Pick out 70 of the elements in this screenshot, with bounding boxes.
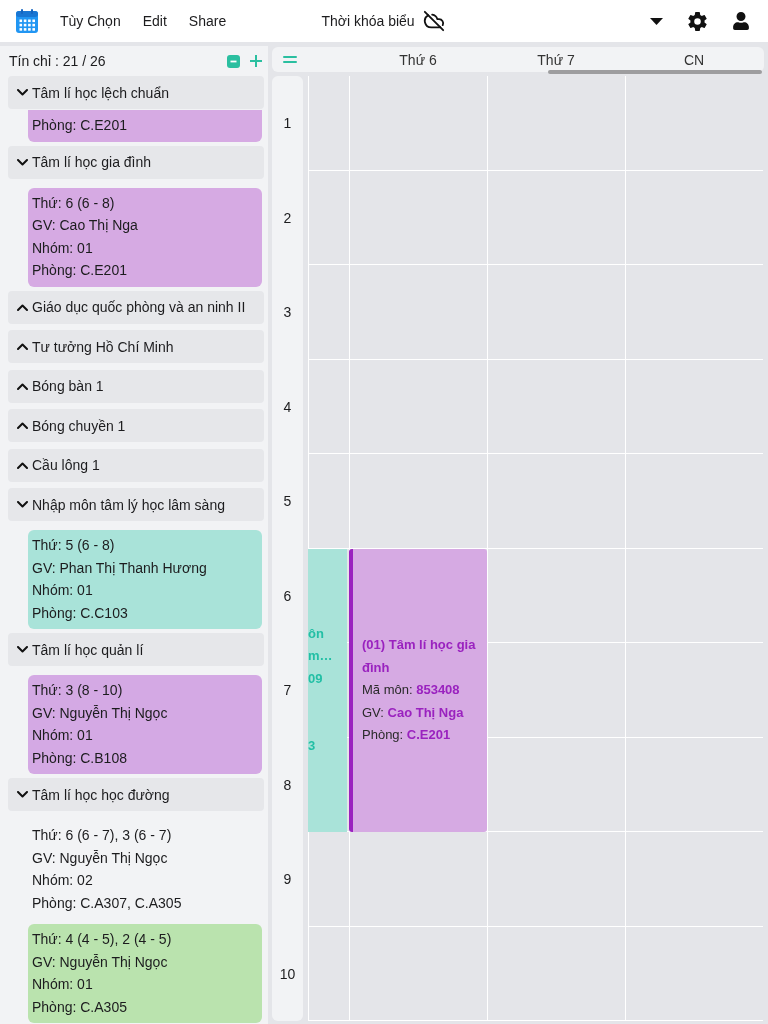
course-header[interactable]: Tâm lí học quản lí	[8, 633, 264, 666]
period-number: 3	[283, 304, 292, 321]
class-info-text: Phòng: C.E201	[32, 261, 128, 280]
period-number: 7	[283, 682, 292, 699]
class-info-text: GV: Nguyễn Thị Ngọc	[32, 703, 169, 723]
menu-item[interactable]: Tùy Chọn	[60, 13, 121, 29]
period-number: 2	[283, 209, 292, 226]
course-header[interactable]: Tâm lí học lệch chuẩn	[8, 76, 264, 109]
course-header[interactable]: Tâm lí học gia đình	[8, 145, 264, 179]
event-detail: Mã môn: 853408	[362, 681, 461, 699]
event-text: ôn	[308, 624, 324, 643]
cloud-off-icon[interactable]	[422, 10, 445, 32]
class-info-text: Thứ: 3 (8 - 10)	[32, 681, 124, 700]
class-info-text: Nhóm: 01	[32, 726, 94, 745]
class-info-text: Nhóm: 01	[32, 975, 94, 994]
class-info-text: Thứ: 6 (6 - 7), 3 (6 - 7)	[32, 826, 173, 845]
calendar-icon[interactable]	[16, 9, 38, 33]
scrollbar-thumb[interactable]	[548, 70, 762, 74]
class-info-text: Nhóm: 02	[32, 871, 94, 890]
period-number: 5	[283, 493, 292, 510]
class-event[interactable]: (01) Tâm lí học gia đình Mã môn: 853408 GV: Cao Thị Nga Phòng: C.E201	[349, 548, 487, 832]
course-header[interactable]: Bóng bàn 1	[8, 369, 264, 403]
course-header[interactable]: Tâm lí học học đường	[8, 778, 264, 811]
settings-icon[interactable]	[687, 10, 708, 32]
event-text: 3	[308, 737, 316, 756]
class-info-text: Nhóm: 01	[32, 238, 94, 258]
caret-down-icon[interactable]	[650, 17, 663, 25]
course-header[interactable]: Tư tưởng Hồ Chí Minh	[8, 330, 264, 363]
class-option-card[interactable]: Thứ: 5 (6 - 8) GV: Phan Thị Thanh Hương Nhóm: 01 Phòng: C.C103	[28, 530, 262, 629]
day-header: Thứ 6	[399, 51, 437, 68]
event-text: 09	[308, 669, 323, 688]
class-info-text: Thứ: 6 (6 - 8)	[32, 193, 116, 213]
period-number: 8	[283, 776, 292, 793]
period-number: 9	[283, 871, 292, 888]
class-info-text: Phòng: C.A305	[32, 997, 128, 1017]
period-number: 10	[279, 965, 296, 982]
user-icon[interactable]	[732, 12, 750, 30]
course-header[interactable]: Nhập môn tâm lý học lâm sàng	[8, 488, 264, 521]
class-info-text: Thứ: 5 (6 - 8)	[32, 536, 116, 555]
class-option-card[interactable]: Thứ: 4 (4 - 5), 2 (4 - 5) GV: Nguyễn Thị Ngọc Nhóm: 01 Phòng: C.A305	[28, 924, 262, 1023]
period-number: 4	[283, 398, 292, 415]
period-number: 6	[283, 587, 292, 604]
day-header: Thứ 7	[537, 51, 575, 68]
menu-item[interactable]: Edit	[142, 13, 167, 29]
app-title: Thời khóa biểu	[321, 13, 415, 29]
class-info-text: GV: Cao Thị Nga	[32, 216, 139, 235]
period-number: 1	[283, 115, 292, 132]
course-header[interactable]: Cầu lông 1	[8, 448, 264, 482]
class-info-text: Nhóm: 01	[32, 581, 94, 600]
day-header: CN	[683, 51, 705, 68]
class-info-text: Phòng: C.A307, C.A305	[32, 893, 183, 913]
class-info-text: Phòng: C.B108	[32, 748, 128, 768]
class-info-text: GV: Nguyễn Thị Ngọc	[32, 952, 169, 972]
class-info-text: Thứ: 4 (4 - 5), 2 (4 - 5)	[32, 930, 173, 949]
menu-item[interactable]: Share	[188, 13, 227, 29]
class-info-text: GV: Phan Thị Thanh Hương	[32, 558, 208, 578]
class-option[interactable]: Thứ: 6 (6 - 7), 3 (6 - 7) GV: Nguyễn Thị Ngọc Nhóm: 02 Phòng: C.A307, C.A305	[28, 820, 262, 919]
credits-label: Tín chỉ : 21 / 26	[9, 53, 107, 69]
class-info-text: Phòng: C.E201	[32, 116, 128, 135]
class-info-text: Phòng: C.C103	[32, 603, 129, 623]
event-detail: GV: Cao Thị Nga	[362, 703, 465, 722]
class-option-card[interactable]: Thứ: 3 (8 - 10) GV: Nguyễn Thị Ngọc Nhóm: 01 Phòng: C.B108	[28, 675, 262, 774]
event-detail: Phòng: C.E201	[362, 726, 452, 744]
event-title: (01) Tâm lí học gia đình	[362, 636, 477, 677]
course-header[interactable]: Bóng chuyền 1	[8, 409, 264, 442]
class-option-card[interactable]: Thứ: 6 (6 - 8) GV: Cao Thị Nga Nhóm: 01 Phòng: C.E201	[28, 187, 262, 287]
event-text: m…	[308, 647, 333, 666]
course-header[interactable]: Giáo dục quốc phòng và an ninh II	[8, 290, 264, 324]
class-info-text: GV: Nguyễn Thị Ngọc	[32, 848, 169, 868]
class-option-card[interactable]: Phòng: C.E201	[28, 110, 262, 142]
